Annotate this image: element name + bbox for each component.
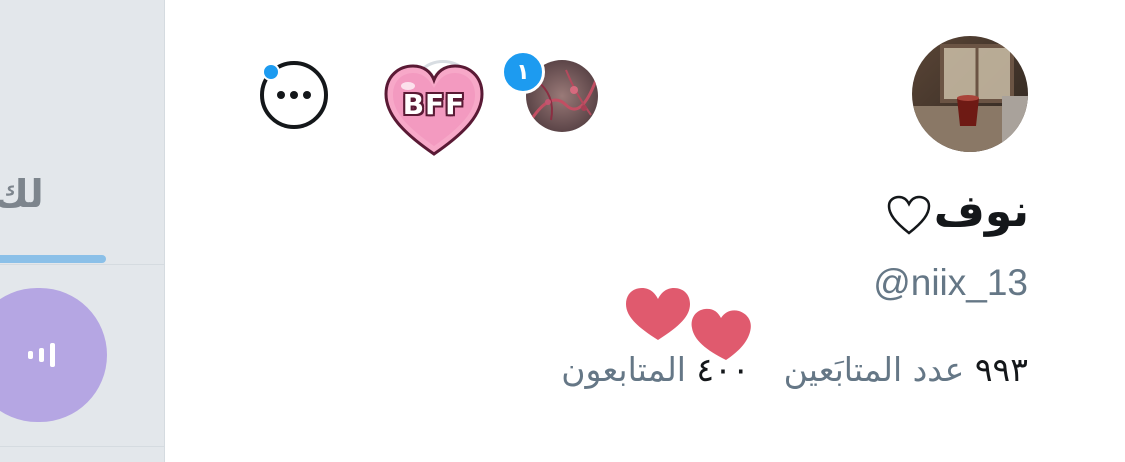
display-name: نوف	[933, 186, 1029, 237]
following-count: ٩٩٣	[974, 350, 1028, 389]
divider	[0, 446, 164, 447]
profile-photo	[912, 36, 1028, 152]
heart-outline-icon	[886, 194, 932, 236]
hearts-icon	[626, 288, 751, 360]
profile-avatar[interactable]	[912, 36, 1028, 152]
side-tab-label[interactable]: لك	[0, 172, 44, 216]
voice-space-button[interactable]	[0, 288, 107, 422]
username-handle: @niix_13	[873, 262, 1028, 303]
following-label: عدد المتابَعين	[783, 350, 965, 389]
bff-sticker-button[interactable]: BFF	[382, 58, 486, 158]
new-indicator-dot	[262, 63, 280, 81]
ellipsis-icon	[277, 91, 311, 99]
notification-badge: ١	[501, 50, 545, 94]
active-tab-indicator	[0, 255, 106, 263]
voice-wave-icon	[28, 343, 55, 367]
following-link[interactable]: ٩٩٣ عدد المتابَعين	[784, 350, 1028, 389]
side-panel: لك	[0, 0, 165, 462]
bff-label: BFF	[402, 88, 466, 121]
hearts-sticker	[622, 282, 758, 364]
divider	[0, 264, 164, 265]
